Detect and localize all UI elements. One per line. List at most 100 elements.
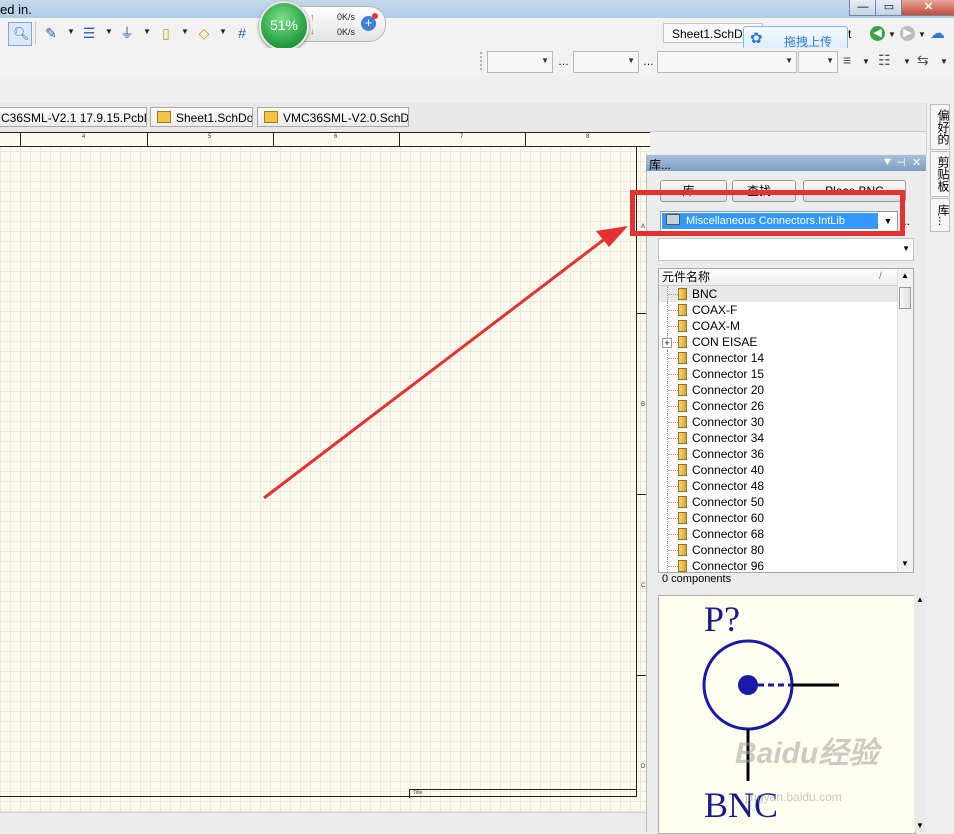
- component-icon: [678, 480, 687, 492]
- window-title: ed in.: [0, 2, 32, 17]
- chevron-down-icon[interactable]: ▼: [918, 30, 926, 39]
- component-icon: [678, 512, 687, 524]
- column-header-name: 元件名称: [662, 270, 711, 284]
- cloud-icon[interactable]: ☁: [930, 24, 945, 42]
- list-item[interactable]: Connector 68: [659, 526, 897, 542]
- chevron-down-icon: ▼: [785, 56, 793, 65]
- chevron-down-icon[interactable]: ▼: [903, 57, 911, 66]
- list-item[interactable]: BNC: [659, 286, 897, 302]
- window-title-bar: [0, 0, 954, 19]
- chevron-down-icon[interactable]: ▼: [143, 27, 151, 36]
- annotation-highlight-box: [630, 190, 905, 236]
- upload-speed: 0K/s: [337, 12, 356, 22]
- component-icon: [678, 400, 687, 412]
- minimize-button[interactable]: —: [849, 0, 877, 16]
- align-icon[interactable]: ⇆: [917, 52, 929, 69]
- list-item[interactable]: COAX-F: [659, 302, 897, 318]
- chevron-down-icon[interactable]: ▼: [940, 57, 948, 66]
- ruler-number: 4: [82, 134, 86, 140]
- tab-label: VMC36SML-V2.0.SchDoc: [283, 111, 409, 125]
- chevron-down-icon[interactable]: ▼: [888, 30, 896, 39]
- sidebar-tab-library[interactable]: 库...: [930, 198, 950, 232]
- back-arrow-icon[interactable]: ◀: [870, 26, 885, 41]
- list-item[interactable]: Connector 15: [659, 366, 897, 382]
- scroll-thumb[interactable]: [899, 287, 911, 309]
- ellipsis-icon[interactable]: …: [558, 56, 569, 68]
- library-panel-header: 库... ▼ ⊣ ✕: [646, 155, 926, 172]
- part-tool-icon[interactable]: ▯: [157, 24, 175, 42]
- wire-tool-icon[interactable]: ✎: [42, 24, 60, 42]
- property-combo-2[interactable]: ▼: [573, 51, 639, 73]
- filter-combo[interactable]: ▼: [658, 238, 914, 261]
- sheet-top-border: [0, 132, 650, 147]
- property-combo-3[interactable]: ▼: [657, 51, 797, 73]
- property-combo-1[interactable]: ▼: [487, 51, 553, 73]
- tab-sheet1-schdoc[interactable]: Sheet1.SchDoc: [150, 107, 253, 127]
- scroll-down-icon[interactable]: ▼: [901, 559, 909, 568]
- list-item[interactable]: COAX-M: [659, 318, 897, 334]
- tab-pcbdoc[interactable]: C36SML-V2.1 17.9.15.PcbDoc: [0, 107, 147, 127]
- list-item[interactable]: Connector 80: [659, 542, 897, 558]
- list-item[interactable]: Connector 50: [659, 494, 897, 510]
- list-scrollbar[interactable]: ▲ ▼: [897, 269, 913, 572]
- maximize-button[interactable]: ▭: [875, 0, 903, 16]
- component-count: 0 components: [662, 573, 732, 585]
- horizontal-scrollbar[interactable]: [0, 812, 650, 833]
- close-icon[interactable]: ✕: [912, 156, 921, 169]
- scroll-down-icon[interactable]: ▼: [916, 821, 924, 830]
- chevron-down-icon[interactable]: ▼: [105, 27, 113, 36]
- chevron-down-icon: ▼: [541, 56, 549, 65]
- forward-arrow-icon[interactable]: ▶: [900, 26, 915, 41]
- chevron-down-icon[interactable]: ▼: [67, 27, 75, 36]
- line-width-icon[interactable]: ☷: [878, 52, 891, 69]
- preview-scrollbar[interactable]: ▲ ▼: [914, 595, 926, 832]
- title-block-label: Title: [413, 790, 423, 796]
- list-item[interactable]: Connector 96: [659, 558, 897, 572]
- chevron-down-icon: ▼: [826, 56, 834, 65]
- baidu-watermark: Baidu经验: [735, 737, 879, 770]
- ellipsis-icon[interactable]: …: [643, 56, 654, 68]
- ruler-number: 6: [334, 134, 338, 140]
- component-icon: [678, 368, 687, 380]
- toolbar-separator: [35, 22, 36, 44]
- list-item[interactable]: Connector 48: [659, 478, 897, 494]
- list-item[interactable]: Connector 20: [659, 382, 897, 398]
- list-item[interactable]: Connector 14: [659, 350, 897, 366]
- panel-menu-icon[interactable]: ▼: [882, 156, 893, 168]
- component-list-header[interactable]: 元件名称 /: [659, 269, 897, 286]
- sidebar-tab-clipboard[interactable]: 剪贴板: [930, 151, 950, 197]
- chevron-down-icon[interactable]: ▼: [219, 27, 227, 36]
- chevron-down-icon[interactable]: ▼: [862, 57, 870, 66]
- bus-tool-icon[interactable]: ☰: [80, 24, 98, 42]
- tab-label: Sheet1.SchDoc: [176, 111, 253, 125]
- list-item[interactable]: + CON EISAE: [659, 334, 897, 350]
- scroll-up-icon[interactable]: ▲: [916, 595, 924, 604]
- sidebar-tab-favorites[interactable]: 偏好的: [930, 104, 950, 150]
- list-item[interactable]: Connector 36: [659, 446, 897, 462]
- tab-vmc36sml-schdoc[interactable]: VMC36SML-V2.0.SchDoc: [257, 107, 409, 127]
- component-icon: [678, 304, 687, 316]
- component-icon: [678, 544, 687, 556]
- expand-icon[interactable]: +: [662, 338, 672, 348]
- component-icon: [678, 496, 687, 508]
- list-item[interactable]: Connector 26: [659, 398, 897, 414]
- ground-icon[interactable]: ⏚: [118, 24, 136, 42]
- grid-icon[interactable]: #: [233, 24, 251, 42]
- list-item[interactable]: Connector 30: [659, 414, 897, 430]
- list-item[interactable]: Connector 40: [659, 462, 897, 478]
- property-combo-4[interactable]: ▼: [798, 51, 838, 73]
- inspect-tool-button[interactable]: 🔍︎: [8, 22, 32, 46]
- port-tool-icon[interactable]: ◇: [195, 24, 213, 42]
- list-item[interactable]: Connector 60: [659, 510, 897, 526]
- bnc-center-dot: [738, 675, 758, 695]
- ruler-tick: [147, 132, 148, 146]
- speed-percent-ball[interactable]: 51%: [259, 1, 309, 51]
- component-icon: [678, 416, 687, 428]
- line-style-icon[interactable]: ≡: [843, 52, 851, 68]
- scroll-up-icon[interactable]: ▲: [901, 271, 909, 280]
- pin-icon[interactable]: ⊣: [896, 156, 906, 169]
- component-icon: [678, 432, 687, 444]
- close-button[interactable]: ✕: [901, 0, 954, 16]
- list-item[interactable]: Connector 34: [659, 430, 897, 446]
- chevron-down-icon[interactable]: ▼: [181, 27, 189, 36]
